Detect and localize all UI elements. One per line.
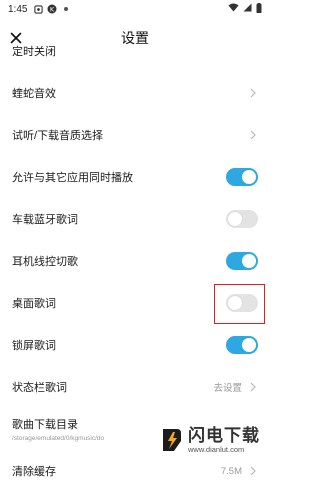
setting-car-bluetooth-lyrics: 车载蓝牙歌词 [0,198,270,240]
setting-label: 允许与其它应用同时播放 [12,172,133,184]
highlight-box [214,284,265,324]
setting-value: 7.5M [220,465,242,477]
mix-playback-toggle[interactable] [226,168,258,186]
svg-text:K: K [50,5,55,13]
signal-icon [243,3,252,15]
setting-sound-effects[interactable]: 蝰蛇音效 [0,72,270,114]
dot-icon [61,4,71,14]
battery-icon [256,2,262,16]
status-bar: 1:45 K [0,0,270,18]
headset-control-toggle[interactable] [226,252,258,270]
lightning-logo-icon [163,429,181,451]
toggle-knob [242,338,256,352]
chevron-right-icon [248,130,258,140]
watermark-url: www.dianlut.com [188,444,245,454]
car-bluetooth-lyrics-toggle[interactable] [226,210,258,228]
close-icon [10,32,22,44]
toggle-knob [228,212,242,226]
toggle-knob [242,254,256,268]
setting-label: 试听/下载音质选择 [12,130,104,142]
notification-icon [33,4,43,14]
chevron-right-icon [248,466,258,476]
setting-label: 耳机线控切歌 [12,256,78,268]
lockscreen-lyrics-toggle[interactable] [226,336,258,354]
setting-label: 定时关闭 [12,46,56,58]
setting-label: 蝰蛇音效 [12,88,56,100]
setting-label: 状态栏歌词 [12,382,67,394]
setting-headset-control: 耳机线控切歌 [0,240,270,282]
app-badge-icon: K [47,4,57,14]
setting-sleep-timer[interactable]: 定时关闭 [0,44,270,72]
setting-label: 车载蓝牙歌词 [12,214,78,226]
setting-label: 桌面歌词 [12,298,56,310]
toggle-knob [242,170,256,184]
chevron-right-icon [248,382,258,392]
setting-label: 清除缓存 [12,466,56,478]
setting-label: 锁屏歌词 [12,340,56,352]
setting-audio-quality[interactable]: 试听/下载音质选择 [0,114,270,156]
watermark: 闪电下载 www.dianlut.com [160,420,268,460]
status-time: 1:45 [8,3,28,15]
settings-list: 定时关闭 蝰蛇音效 试听/下载音质选择 允许与其它应用同时播放 车载蓝牙歌词 耳… [0,44,270,480]
setting-mix-playback: 允许与其它应用同时播放 [0,156,270,198]
watermark-name: 闪电下载 [188,425,260,445]
setting-statusbar-lyrics[interactable]: 状态栏歌词 去设置 [0,366,270,408]
wifi-icon [228,3,239,15]
chevron-right-icon [248,88,258,98]
download-path: /storage/emulated/0/kgmusic/do [12,435,105,442]
setting-value: 去设置 [213,383,242,394]
setting-lockscreen-lyrics: 锁屏歌词 [0,324,270,366]
